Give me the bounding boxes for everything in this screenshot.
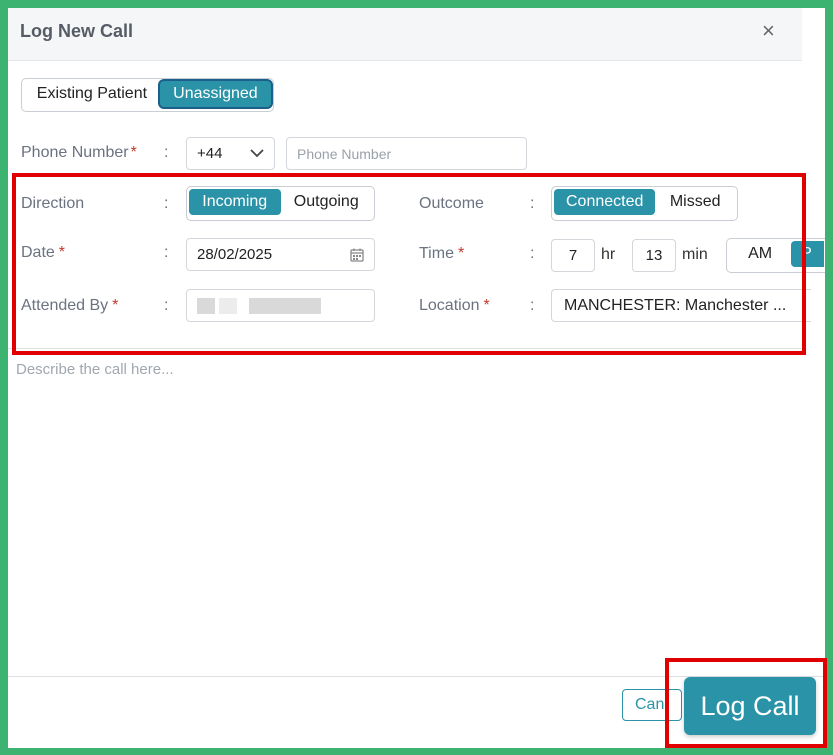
attended-by-select[interactable] (186, 289, 375, 322)
colon: : (164, 297, 169, 314)
required-marker: * (457, 245, 465, 262)
colon: : (164, 144, 169, 161)
hour-value: 7 (568, 247, 578, 264)
colon: : (530, 195, 535, 212)
country-code-value: +44 (197, 145, 223, 162)
location-label: Location * (419, 297, 490, 314)
modal-title: Log New Call (20, 21, 134, 41)
outcome-label: Outcome (419, 195, 484, 212)
required-marker: * (483, 297, 490, 314)
time-label: Time * (419, 245, 465, 262)
date-input[interactable]: 28/02/2025 (186, 238, 375, 271)
hour-unit-label: hr (601, 246, 616, 263)
divider (8, 348, 802, 349)
patient-type-toggle: Existing Patient Unassigned (21, 78, 274, 112)
outcome-toggle: Connected Missed (551, 186, 738, 221)
location-select[interactable]: MANCHESTER: Manchester ... (551, 289, 811, 322)
cancel-button[interactable]: Can (622, 689, 682, 721)
colon: : (164, 244, 169, 261)
colon: : (164, 195, 169, 212)
existing-patient-option[interactable]: Existing Patient (24, 81, 160, 107)
colon: : (530, 297, 535, 314)
outcome-missed-option[interactable]: Missed (655, 189, 735, 215)
required-marker: * (130, 144, 137, 161)
date-label: Date * (21, 244, 66, 261)
location-value: MANCHESTER: Manchester ... (564, 296, 787, 314)
phone-number-placeholder: Phone Number (297, 145, 392, 162)
am-option[interactable]: AM (729, 241, 791, 267)
hour-input[interactable]: 7 (551, 239, 595, 272)
close-icon[interactable]: × (762, 20, 775, 42)
colon: : (530, 245, 535, 262)
unassigned-option[interactable]: Unassigned (159, 81, 271, 107)
calendar-icon[interactable] (350, 248, 364, 262)
call-description-input[interactable]: Describe the call here... (16, 361, 174, 378)
log-call-button[interactable]: Log Call (684, 677, 816, 735)
redacted-name (197, 298, 215, 314)
ampm-toggle: AM P (726, 238, 825, 273)
minute-input[interactable]: 13 (632, 239, 676, 272)
outcome-connected-option[interactable]: Connected (554, 189, 656, 215)
required-marker: * (58, 244, 66, 261)
redacted-name (249, 298, 321, 314)
log-call-modal: Log New Call × Existing Patient Unassign… (8, 8, 825, 748)
minute-value: 13 (645, 247, 663, 264)
direction-incoming-option[interactable]: Incoming (189, 189, 281, 215)
chevron-down-icon (250, 149, 264, 158)
direction-label: Direction (21, 195, 85, 212)
pm-option[interactable]: P (791, 241, 824, 267)
direction-toggle: Incoming Outgoing (186, 186, 375, 221)
redacted-name (219, 298, 237, 314)
phone-number-label: Phone Number * (21, 144, 137, 161)
modal-header: Log New Call × (8, 8, 802, 61)
date-value: 28/02/2025 (197, 246, 273, 263)
required-marker: * (112, 297, 119, 314)
phone-number-input[interactable]: Phone Number (286, 137, 527, 170)
country-code-select[interactable]: +44 (186, 137, 275, 170)
direction-outgoing-option[interactable]: Outgoing (281, 189, 373, 215)
minute-unit-label: min (682, 246, 708, 263)
attended-by-label: Attended By * (21, 297, 119, 314)
